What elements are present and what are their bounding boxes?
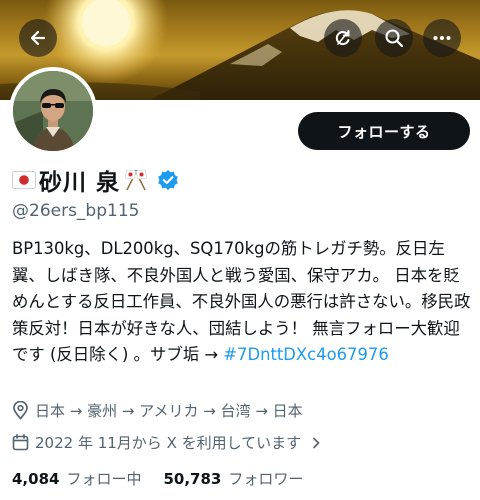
location-pin-icon xyxy=(13,401,28,420)
more-horizontal-icon xyxy=(433,36,451,40)
location-text: 日本 → 豪州 → アメリカ → 台湾 → 日本 xyxy=(35,402,303,420)
profile-join-date[interactable]: 2022 年 11月から X を利用しています xyxy=(12,432,329,453)
follow-button[interactable]: フォローする xyxy=(298,112,470,150)
search-icon xyxy=(385,29,404,48)
more-button[interactable] xyxy=(423,19,461,57)
arrow-left-icon xyxy=(30,30,46,46)
search-button[interactable] xyxy=(375,19,413,57)
user-handle: @26ers_bp115 xyxy=(12,201,140,221)
profile-name-row: 砂川 泉 xyxy=(12,164,179,196)
followers-link[interactable]: 50,783 フォロワー xyxy=(163,468,303,489)
followers-count: 50,783 xyxy=(163,470,222,488)
join-date-text: 2022 年 11月から X を利用しています xyxy=(35,434,302,452)
chevron-right-icon xyxy=(313,437,320,448)
display-name: 砂川 泉 xyxy=(39,170,121,196)
following-link[interactable]: 4,084 フォロー中 xyxy=(12,468,141,489)
verified-badge-icon[interactable] xyxy=(157,169,179,191)
profile-location: 日本 → 豪州 → アメリカ → 台湾 → 日本 xyxy=(12,400,303,421)
avatar-image xyxy=(13,71,93,151)
follow-stats: 4,084 フォロー中 50,783 フォロワー xyxy=(12,468,303,489)
refresh-button[interactable] xyxy=(324,19,362,57)
refresh-icon xyxy=(335,30,350,46)
profile-bio: BP130kg、DL200kg、SQ170kgの筋トレガチ勢。反日左翼、しばき隊… xyxy=(12,236,474,369)
calendar-icon xyxy=(12,434,29,451)
followers-label: フォロワー xyxy=(228,470,304,488)
following-label: フォロー中 xyxy=(66,470,142,488)
back-button[interactable] xyxy=(19,19,57,57)
bio-hashtag-link[interactable]: #7DnttDXc4o67976 xyxy=(223,345,388,364)
crossed-flags-icon xyxy=(124,169,148,191)
japan-flag-icon xyxy=(12,171,36,189)
following-count: 4,084 xyxy=(12,470,60,488)
avatar[interactable] xyxy=(9,67,97,155)
